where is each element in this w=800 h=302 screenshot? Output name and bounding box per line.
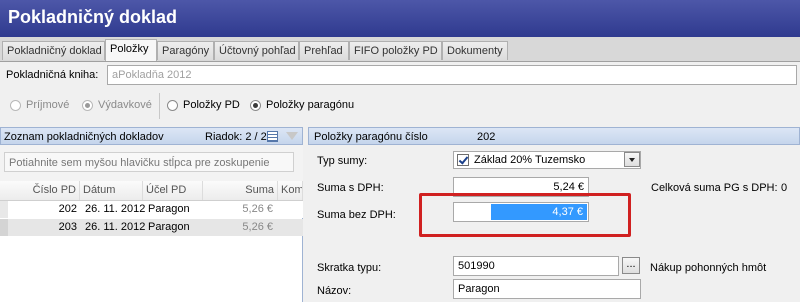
typ-sumy-label: Typ sumy: [317, 155, 368, 167]
suma-bez-dph-label: Suma bez DPH: [317, 209, 396, 221]
col-komu[interactable]: Komu [278, 181, 303, 200]
chevron-down-icon[interactable] [624, 152, 640, 167]
typ-sumy-value: Základ 20% Tuzemsko [474, 154, 586, 166]
left-panel-title: Zoznam pokladničných dokladov [4, 131, 164, 143]
skratka-typu-label: Skratka typu: [317, 262, 382, 274]
browse-button[interactable]: ... [622, 257, 640, 274]
col-cislo-pd[interactable]: Číslo PD [0, 181, 80, 200]
tab-pokladnicny-doklad[interactable]: Pokladničný doklad [2, 41, 105, 60]
table-row[interactable]: 203 26. 11. 2012 Paragon 5,26 € [0, 219, 303, 236]
kniha-field[interactable]: aPokladňa 2012 [107, 65, 797, 85]
tab-prehlad[interactable]: Prehľad [299, 41, 349, 60]
celkova-suma-label: Celková suma PG s DPH: [651, 182, 778, 194]
filter-icon[interactable] [286, 132, 298, 140]
group-by-area: Potiahnite sem myšou hlavičku stĺpca pre… [0, 145, 303, 182]
prijmove-label: Príjmové [26, 99, 70, 111]
skratka-typu-field[interactable]: 501990 [453, 256, 619, 276]
paragon-number: 202 [477, 131, 496, 143]
highlight-annotation [419, 193, 631, 237]
tab-uctovny-pohlad[interactable]: Účtovný pohľad [214, 41, 299, 60]
col-ucel-pd[interactable]: Účel PD [143, 181, 203, 200]
nazov-label: Názov: [317, 285, 352, 297]
typ-sumy-select[interactable]: Základ 20% Tuzemsko [453, 151, 641, 169]
celkova-suma-value: 0 [781, 182, 788, 194]
right-panel-title: Položky paragónu číslo [314, 131, 428, 143]
cell-suma: 5,26 € [242, 203, 273, 215]
tab-paragony[interactable]: Paragóny [157, 41, 214, 60]
row-indicator [0, 219, 8, 236]
row-indicator [0, 201, 8, 218]
cell-ucel: Paragon [148, 203, 190, 215]
cell-cislo: 202 [58, 203, 77, 215]
col-datum[interactable]: Dátum [80, 181, 143, 200]
vydavkove-label: Výdavkové [98, 99, 152, 111]
left-panel-header: Zoznam pokladničných dokladov Riadok: 2 … [0, 127, 303, 145]
polozky-pd-label: Položky PD [183, 99, 240, 111]
riadok-counter: Riadok: 2 / 2 [205, 131, 267, 143]
radio-polozky-paragonu[interactable] [250, 100, 261, 111]
group-by-hint[interactable]: Potiahnite sem myšou hlavičku stĺpca pre… [4, 152, 294, 172]
tab-strip: Pokladničný doklad Položky Paragóny Účto… [0, 37, 800, 62]
doklady-grid: Potiahnite sem myšou hlavičku stĺpca pre… [0, 145, 303, 302]
cell-datum: 26. 11. 2012 [85, 221, 145, 233]
polozky-paragonu-label: Položky paragónu [266, 99, 355, 111]
title-bar: Pokladničný doklad [0, 0, 800, 37]
kniha-label: Pokladničná kniha: [6, 69, 99, 81]
nazov-field[interactable]: Paragon [453, 279, 641, 299]
window-title: Pokladničný doklad [8, 7, 178, 27]
grid-columns-icon[interactable] [267, 131, 278, 142]
radio-polozky-pd[interactable] [167, 100, 178, 111]
typ-sumy-checkbox[interactable] [457, 154, 469, 166]
right-panel-header: Položky paragónu číslo 202 [308, 127, 800, 145]
radio-prijmove[interactable] [10, 100, 21, 111]
tab-fifo-polozky[interactable]: FIFO položky PD [349, 41, 442, 60]
radio-vydavkove[interactable] [82, 100, 93, 111]
cell-cislo: 203 [58, 221, 77, 233]
cell-suma: 5,26 € [242, 221, 273, 233]
table-row[interactable]: 202 26. 11. 2012 Paragon 5,26 € [0, 201, 303, 218]
grid-header: Číslo PD Dátum Účel PD Suma Komu [0, 181, 303, 201]
tab-polozky[interactable]: Položky [105, 39, 157, 61]
col-suma[interactable]: Suma [203, 181, 278, 200]
filter-divider [159, 93, 160, 119]
suma-s-dph-label: Suma s DPH: [317, 182, 384, 194]
tab-dokumenty[interactable]: Dokumenty [442, 41, 508, 60]
cell-ucel: Paragon [148, 221, 190, 233]
skratka-popis: Nákup pohonných hmôt [650, 262, 767, 274]
cell-datum: 26. 11. 2012 [85, 203, 145, 215]
